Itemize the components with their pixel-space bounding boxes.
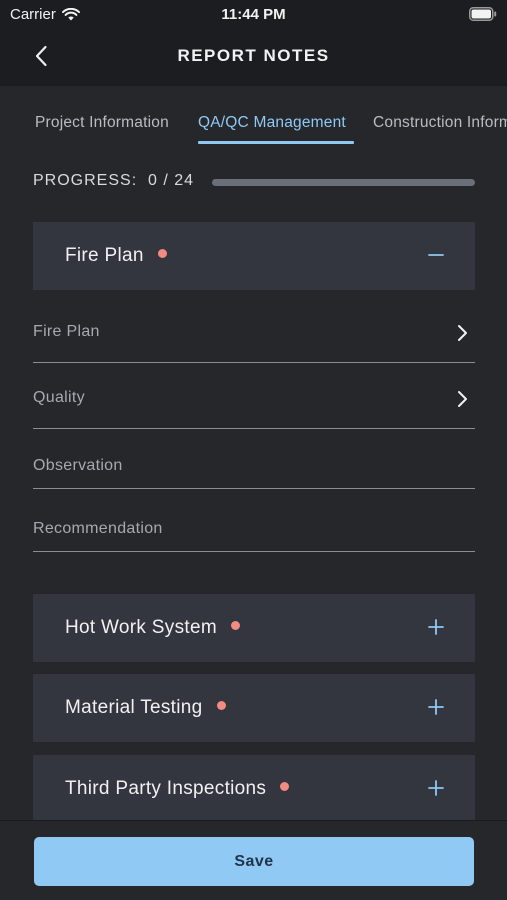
section-title: Hot Work System	[65, 617, 240, 639]
expand-plus-icon[interactable]	[427, 618, 445, 636]
collapse-minus-icon[interactable]	[427, 246, 445, 264]
section-title-text: Fire Plan	[65, 245, 144, 266]
incomplete-indicator-dot	[230, 621, 240, 631]
incomplete-indicator-dot	[216, 701, 226, 711]
recommendation-input[interactable]: Recommendation	[33, 500, 475, 552]
field-label: Fire Plan	[33, 323, 100, 340]
chevron-right-icon	[458, 325, 467, 341]
incomplete-indicator-dot	[280, 782, 290, 792]
tab-construction-information[interactable]: Construction Information	[373, 114, 507, 132]
field-placeholder: Recommendation	[33, 520, 163, 537]
section-title-text: Third Party Inspections	[65, 778, 267, 799]
save-button[interactable]: Save	[34, 837, 474, 886]
page-title: REPORT NOTES	[177, 46, 330, 65]
footer-bar: Save	[0, 820, 507, 900]
battery-icon	[469, 7, 497, 21]
navigation-bar: REPORT NOTES	[0, 28, 507, 86]
expand-plus-icon[interactable]	[427, 698, 445, 716]
progress-label: PROGRESS:	[33, 172, 138, 189]
field-placeholder: Observation	[33, 457, 123, 474]
field-label: Quality	[33, 389, 85, 406]
chevron-right-icon	[458, 391, 467, 407]
progress-text: PROGRESS: 0 / 24	[33, 172, 194, 190]
active-tab-indicator	[198, 141, 354, 144]
observation-input[interactable]: Observation	[33, 438, 475, 489]
section-header-fire-plan[interactable]: Fire Plan	[33, 222, 475, 290]
fire-plan-select-field[interactable]: Fire Plan	[33, 305, 475, 363]
section-title-text: Material Testing	[65, 697, 203, 718]
expand-plus-icon[interactable]	[427, 779, 445, 797]
tab-qa-qc-management[interactable]: QA/QC Management	[198, 114, 346, 132]
section-title: Fire Plan	[65, 245, 167, 267]
section-title: Third Party Inspections	[65, 778, 290, 800]
tab-project-information[interactable]: Project Information	[35, 114, 169, 132]
section-title: Material Testing	[65, 697, 226, 719]
tab-bar: Project Information QA/QC Management Con…	[0, 86, 507, 148]
section-header-material-testing[interactable]: Material Testing	[33, 674, 475, 742]
quality-select-field[interactable]: Quality	[33, 371, 475, 429]
section-header-hot-work-system[interactable]: Hot Work System	[33, 594, 475, 662]
clock: 11:44 PM	[221, 6, 286, 23]
incomplete-indicator-dot	[157, 249, 167, 259]
progress-bar	[212, 179, 475, 186]
section-header-third-party-inspections[interactable]: Third Party Inspections	[33, 755, 475, 823]
progress-count: 0 / 24	[148, 172, 195, 189]
section-title-text: Hot Work System	[65, 617, 217, 638]
status-bar: Carrier 11:44 PM	[0, 0, 507, 28]
